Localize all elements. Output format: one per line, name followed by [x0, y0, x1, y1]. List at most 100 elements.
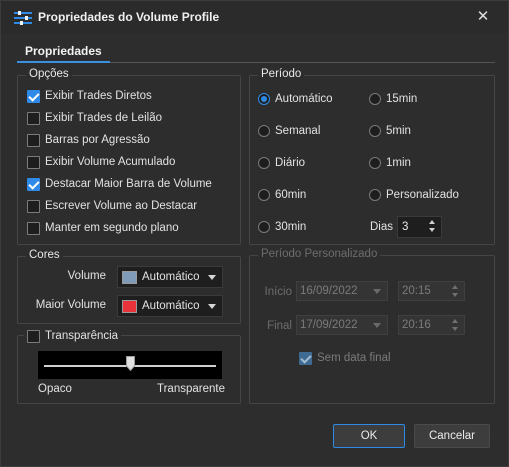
checkbox-box[interactable] [27, 89, 40, 103]
radio-semanal[interactable]: Semanal [258, 123, 320, 139]
spinner-down-icon[interactable] [425, 226, 440, 234]
final-time-input[interactable]: 20:16 [398, 315, 465, 335]
checkbox-transparencia[interactable]: Transparência [24, 328, 122, 344]
spinner-up-icon[interactable] [448, 283, 463, 291]
slider-min-label: Opaco [38, 383, 72, 395]
checkbox-label: Exibir Trades de Leilão [45, 112, 162, 124]
radio-30min[interactable]: 30min [258, 219, 306, 235]
radio-label: Semanal [275, 125, 321, 137]
group-periodo-title: Período [258, 68, 305, 80]
checkbox-box[interactable] [27, 199, 40, 213]
transparency-slider[interactable] [38, 351, 222, 379]
checkbox-manter-segundo-plano[interactable]: Manter em segundo plano [27, 220, 179, 236]
radio-circle[interactable] [258, 93, 270, 105]
chevron-down-icon [208, 304, 216, 309]
inicio-date-value: 16/09/2022 [300, 285, 358, 297]
final-date-input[interactable]: 17/09/2022 [296, 315, 388, 335]
radio-1min[interactable]: 1min [369, 155, 411, 171]
checkbox-box[interactable] [27, 155, 40, 169]
checkbox-label: Escrever Volume ao Destacar [45, 200, 198, 212]
group-cores-title: Cores [26, 249, 63, 261]
radio-diario[interactable]: Diário [258, 155, 305, 171]
close-icon[interactable]: ✕ [472, 7, 494, 27]
radio-label: 60min [275, 189, 307, 201]
properties-panel: Opções Exibir Trades Diretos Exibir Trad… [17, 63, 495, 413]
checkbox-exibir-trades-leilao[interactable]: Exibir Trades de Leilão [27, 110, 162, 126]
group-periodo-personalizado: Período Personalizado Início 16/09/2022 … [249, 248, 495, 404]
radio-automatico[interactable]: Automático [258, 91, 333, 107]
spinner-down-icon[interactable] [448, 325, 463, 333]
checkbox-sem-data-final[interactable]: Sem data final [299, 350, 391, 366]
radio-circle[interactable] [369, 157, 381, 169]
maior-volume-color-select[interactable]: Automático [117, 295, 223, 317]
checkbox-escrever-volume[interactable]: Escrever Volume ao Destacar [27, 198, 197, 214]
checkbox-box[interactable] [27, 221, 40, 235]
inicio-time-spinner[interactable] [448, 283, 463, 299]
radio-circle[interactable] [258, 189, 270, 201]
checkbox-box[interactable] [299, 351, 312, 365]
maior-volume-color-label: Maior Volume [35, 299, 106, 311]
inicio-label: Início [264, 286, 293, 298]
radio-circle[interactable] [369, 93, 381, 105]
checkbox-box[interactable] [27, 329, 40, 343]
cancel-button[interactable]: Cancelar [414, 424, 490, 448]
maior-volume-color-swatch [122, 299, 137, 313]
checkbox-barras-por-agressao[interactable]: Barras por Agressão [27, 132, 150, 148]
checkbox-label: Exibir Volume Acumulado [45, 156, 176, 168]
group-periodo: Período Automático 15min Semanal 5min Di… [249, 68, 495, 245]
checkbox-label: Exibir Trades Diretos [45, 90, 152, 102]
checkbox-box[interactable] [27, 111, 40, 125]
group-personalizado-title: Período Personalizado [258, 248, 381, 260]
dias-input[interactable]: 3 [397, 216, 442, 238]
spinner-up-icon[interactable] [425, 218, 440, 226]
final-time-spinner[interactable] [448, 317, 463, 333]
checkbox-label: Sem data final [317, 352, 391, 364]
radio-circle[interactable] [369, 125, 381, 137]
checkbox-destacar-maior-barra[interactable]: Destacar Maior Barra de Volume [27, 176, 212, 192]
final-label: Final [267, 320, 292, 332]
chevron-down-icon [373, 289, 381, 294]
spinner-down-icon[interactable] [448, 291, 463, 299]
checkbox-box[interactable] [27, 133, 40, 147]
checkbox-label: Transparência [45, 330, 119, 342]
maior-volume-color-value: Automático [142, 300, 200, 312]
ok-button[interactable]: OK [333, 424, 405, 448]
radio-label: 5min [386, 125, 411, 137]
checkbox-exibir-trades-diretos[interactable]: Exibir Trades Diretos [27, 88, 152, 104]
checkbox-label: Destacar Maior Barra de Volume [45, 178, 212, 190]
radio-label: 30min [275, 221, 307, 233]
tab-propriedades[interactable]: Propriedades [17, 41, 110, 63]
checkbox-exibir-volume-acumulado[interactable]: Exibir Volume Acumulado [27, 154, 175, 170]
radio-label: 1min [386, 157, 411, 169]
checkbox-label: Barras por Agressão [45, 134, 150, 146]
radio-circle[interactable] [258, 221, 270, 233]
radio-label: 15min [386, 93, 418, 105]
title-bar: Propriedades do Volume Profile ✕ [1, 1, 508, 34]
window-title: Propriedades do Volume Profile [38, 10, 220, 24]
radio-personalizado[interactable]: Personalizado [369, 187, 459, 203]
checkbox-box[interactable] [27, 177, 40, 191]
radio-label: Personalizado [386, 189, 459, 201]
radio-15min[interactable]: 15min [369, 91, 417, 107]
group-opcoes-title: Opções [26, 68, 72, 80]
settings-sliders-icon [14, 11, 32, 25]
inicio-time-input[interactable]: 20:15 [398, 281, 465, 301]
dias-label: Dias [370, 221, 394, 233]
slider-thumb[interactable] [125, 356, 135, 371]
volume-color-swatch [122, 270, 137, 284]
dias-value: 3 [402, 221, 409, 233]
radio-circle[interactable] [369, 189, 381, 201]
radio-circle[interactable] [258, 157, 270, 169]
volume-color-select[interactable]: Automático [117, 266, 223, 288]
radio-label: Diário [275, 157, 306, 169]
volume-color-value: Automático [142, 271, 200, 283]
final-time-value: 20:16 [402, 319, 431, 331]
dias-spinner[interactable] [425, 218, 440, 234]
radio-60min[interactable]: 60min [258, 187, 306, 203]
radio-5min[interactable]: 5min [369, 123, 411, 139]
radio-circle[interactable] [258, 125, 270, 137]
tab-bar: Propriedades [17, 41, 495, 63]
spinner-up-icon[interactable] [448, 317, 463, 325]
final-date-value: 17/09/2022 [300, 319, 358, 331]
inicio-date-input[interactable]: 16/09/2022 [296, 281, 388, 301]
